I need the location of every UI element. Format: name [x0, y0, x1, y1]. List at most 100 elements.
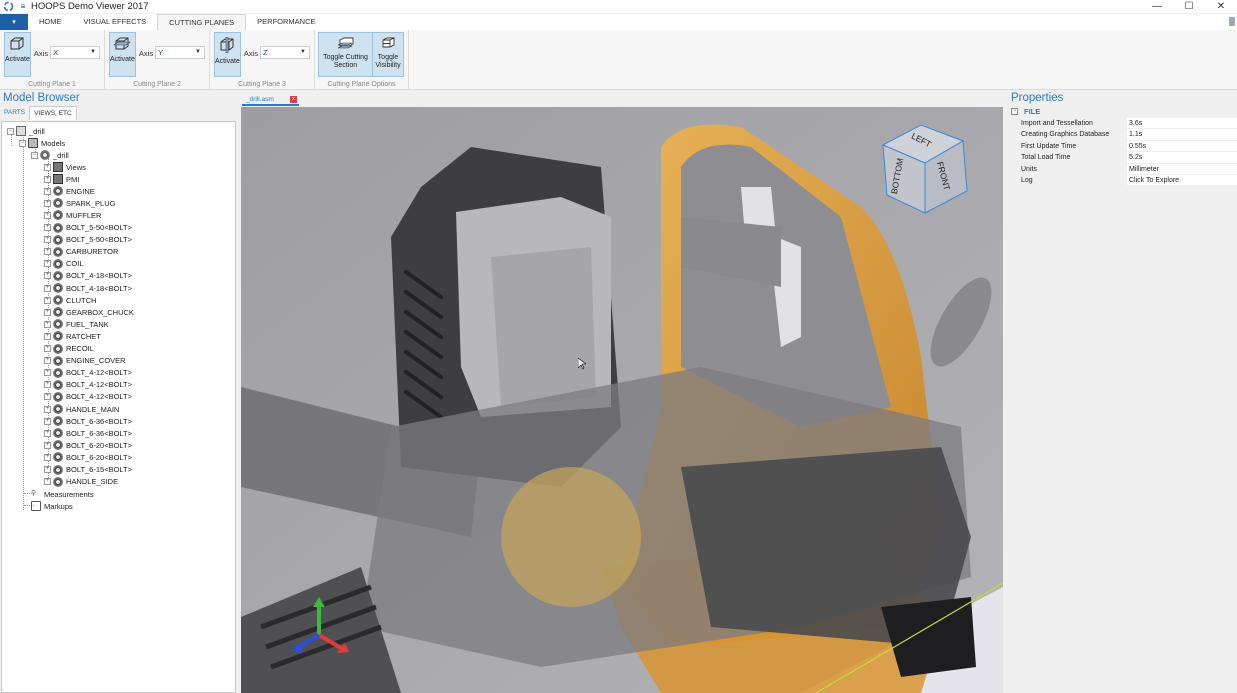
toggle-cutting-section-button[interactable]: Toggle Cutting Section: [318, 32, 373, 77]
tree-item[interactable]: + HANDLE_MAIN: [44, 403, 119, 415]
activate-plane-1-button[interactable]: Activate: [4, 32, 31, 77]
expand-toggle[interactable]: +: [44, 296, 51, 304]
axis-x-select[interactable]: X ▼: [50, 46, 100, 59]
tree-item-root[interactable]: − _drill: [7, 125, 45, 137]
tree-item[interactable]: + BOLT_4-12<BOLT>: [44, 367, 132, 379]
tree-item[interactable]: + Views: [44, 161, 86, 173]
property-value[interactable]: Click To Explore: [1127, 175, 1237, 187]
expand-toggle[interactable]: +: [44, 369, 51, 377]
tree-item[interactable]: + CARBURETOR: [44, 246, 118, 258]
3d-viewport[interactable]: LEFT BOTTOM FRONT: [241, 107, 1003, 693]
expand-toggle[interactable]: +: [44, 175, 51, 183]
property-value[interactable]: Millimeter: [1127, 163, 1237, 175]
tree-item[interactable]: + RECOIL: [44, 343, 94, 355]
expand-toggle[interactable]: +: [44, 466, 51, 473]
tree-item-measurements[interactable]: ⚲ Measurements: [31, 488, 94, 500]
expand-toggle[interactable]: +: [44, 381, 51, 389]
document-tab[interactable]: _drill.asm x: [242, 95, 299, 106]
expand-toggle[interactable]: +: [44, 357, 51, 365]
tab-visual-effects[interactable]: VISUAL EFFECTS: [73, 14, 158, 30]
tree-item-markups[interactable]: Markups: [31, 500, 73, 512]
expand-toggle[interactable]: +: [44, 308, 51, 316]
expand-toggle[interactable]: +: [44, 272, 51, 280]
axis-z-select[interactable]: Z ▼: [260, 46, 310, 59]
expand-toggle[interactable]: +: [44, 284, 51, 292]
expand-toggle[interactable]: +: [44, 163, 51, 171]
tab-views-etc[interactable]: VIEWS, ETC: [29, 106, 77, 120]
tree-item[interactable]: + BOLT_4-18<BOLT>: [44, 270, 132, 282]
tree-item[interactable]: + BOLT_6-20<BOLT>: [44, 451, 132, 463]
expand-toggle[interactable]: +: [44, 429, 51, 437]
expand-toggle[interactable]: +: [44, 224, 51, 231]
activate-plane-2-button[interactable]: Activate: [109, 32, 136, 77]
tree-item[interactable]: + BOLT_6-20<BOLT>: [44, 439, 132, 451]
property-row[interactable]: Creating Graphics Database 1.1s: [1019, 129, 1237, 141]
tree-item[interactable]: + SPARK_PLUG: [44, 197, 115, 209]
activate-plane-3-button[interactable]: Activate: [214, 32, 241, 77]
close-button[interactable]: ✕: [1205, 0, 1237, 13]
tree-item[interactable]: + COIL: [44, 258, 84, 270]
collapse-toggle[interactable]: −: [31, 151, 38, 159]
tree-item[interactable]: + BOLT_6-36<BOLT>: [44, 415, 132, 427]
tree-item[interactable]: + PMI: [44, 173, 79, 185]
tab-cutting-planes[interactable]: CUTTING PLANES: [157, 14, 247, 30]
expand-toggle[interactable]: +: [44, 320, 51, 328]
tab-home[interactable]: HOME: [28, 14, 73, 30]
expand-toggle[interactable]: +: [44, 248, 51, 256]
expand-toggle[interactable]: +: [44, 187, 51, 195]
tree-item[interactable]: + GEARBOX_CHUCK: [44, 306, 134, 318]
expand-toggle[interactable]: +: [44, 478, 51, 486]
quick-access-menu-icon[interactable]: ≡: [18, 2, 28, 11]
expand-toggle[interactable]: +: [44, 441, 51, 449]
maximize-button[interactable]: ☐: [1173, 0, 1205, 13]
tree-item[interactable]: + BOLT_5-50<BOLT>: [44, 234, 132, 246]
tree-item-assembly[interactable]: − _drill: [31, 149, 69, 161]
file-menu-button[interactable]: ▾: [0, 14, 28, 30]
tree-item[interactable]: + HANDLE_SIDE: [44, 476, 118, 488]
tree-item[interactable]: + MUFFLER: [44, 209, 101, 221]
expand-toggle[interactable]: +: [44, 417, 51, 425]
tree-item[interactable]: + BOLT_5-50<BOLT>: [44, 222, 132, 234]
view-cube[interactable]: LEFT BOTTOM FRONT: [881, 119, 971, 215]
property-row[interactable]: Total Load Time 5.2s: [1019, 152, 1237, 164]
expand-toggle[interactable]: +: [44, 345, 51, 352]
expand-toggle[interactable]: +: [44, 236, 51, 244]
tab-performance[interactable]: PERFORMANCE: [246, 14, 326, 30]
property-row[interactable]: Import and Tessellation 3.6s: [1019, 118, 1237, 130]
expand-toggle[interactable]: +: [44, 211, 51, 219]
expand-toggle[interactable]: +: [44, 393, 51, 401]
toggle-visibility-button[interactable]: Toggle Visibility: [373, 32, 404, 77]
tree-item[interactable]: + FUEL_TANK: [44, 318, 109, 330]
tab-parts[interactable]: PARTS: [0, 106, 29, 120]
collapse-toggle[interactable]: −: [1011, 108, 1018, 115]
tree-item[interactable]: + RATCHET: [44, 330, 101, 342]
tree-item[interactable]: + CLUTCH: [44, 294, 96, 306]
help-icon[interactable]: [1229, 17, 1235, 26]
property-row[interactable]: Log Click To Explore: [1019, 175, 1237, 187]
tree-item[interactable]: + BOLT_6-36<BOLT>: [44, 427, 132, 439]
tree-item[interactable]: + ENGINE_COVER: [44, 355, 126, 367]
tree-item-models[interactable]: − Models: [19, 137, 65, 149]
axis-y-select[interactable]: Y ▼: [155, 46, 205, 59]
tree-item[interactable]: + BOLT_4-18<BOLT>: [44, 282, 132, 294]
tree-item[interactable]: + ENGINE: [44, 185, 95, 197]
expand-toggle[interactable]: +: [44, 332, 51, 340]
properties-category-file[interactable]: − FILE: [1011, 106, 1040, 117]
tree-item[interactable]: + BOLT_4-12<BOLT>: [44, 379, 132, 391]
expand-toggle[interactable]: +: [44, 453, 51, 461]
tree-item[interactable]: + BOLT_6-15<BOLT>: [44, 464, 132, 476]
property-value[interactable]: 5.2s: [1127, 152, 1237, 164]
close-document-icon[interactable]: x: [289, 96, 297, 103]
collapse-toggle[interactable]: −: [19, 139, 26, 147]
app-logo-icon[interactable]: [2, 1, 14, 13]
minimize-button[interactable]: —: [1141, 0, 1173, 13]
property-value[interactable]: 1.1s: [1127, 129, 1237, 141]
collapse-toggle[interactable]: −: [7, 127, 14, 135]
expand-toggle[interactable]: +: [44, 405, 51, 413]
property-row[interactable]: Units Millimeter: [1019, 163, 1237, 175]
tree-item[interactable]: + BOLT_4-12<BOLT>: [44, 391, 132, 403]
expand-toggle[interactable]: +: [44, 199, 51, 207]
expand-toggle[interactable]: +: [44, 260, 51, 268]
property-value[interactable]: 0.55s: [1127, 140, 1237, 153]
property-row[interactable]: First Update Time 0.55s: [1019, 140, 1237, 153]
